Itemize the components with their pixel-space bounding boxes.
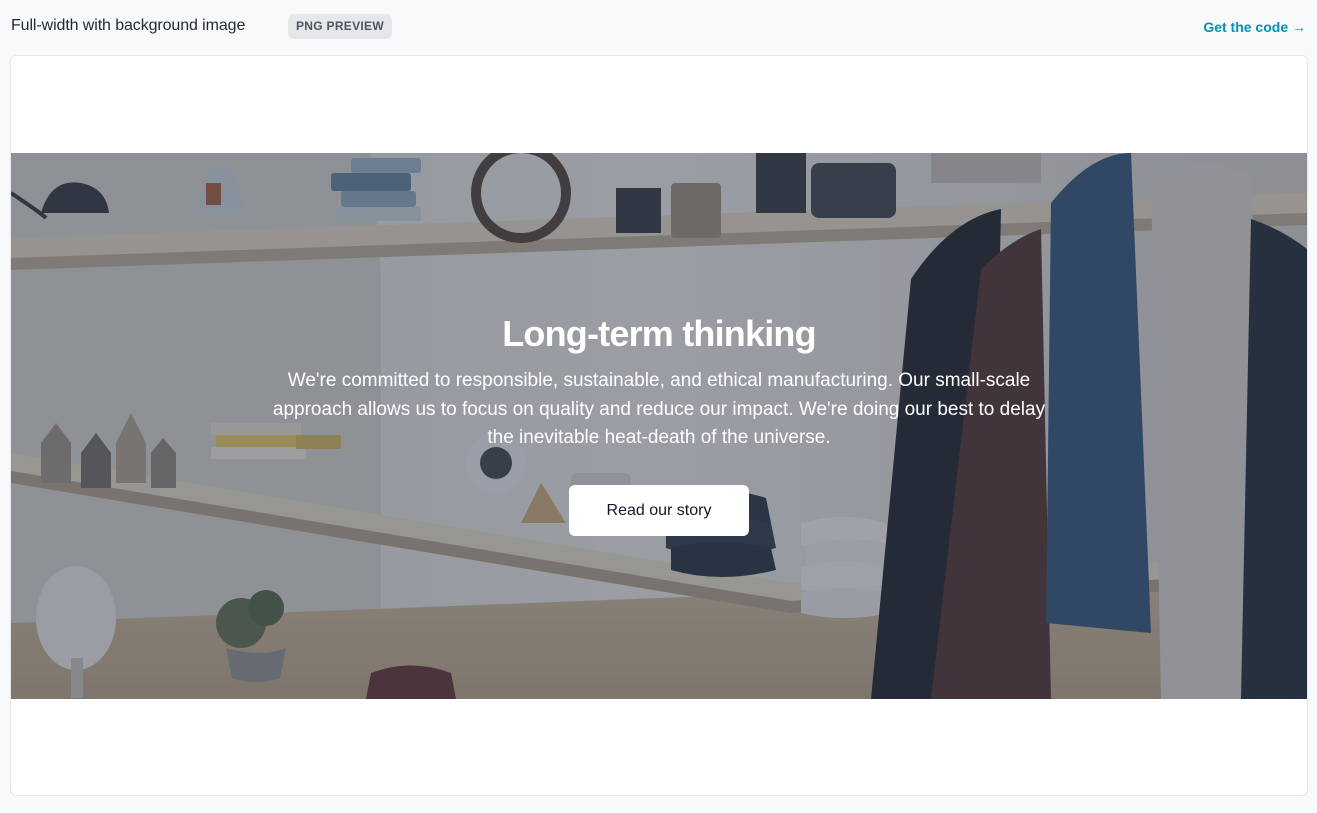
hero-content: Long-term thinking We're committed to re… [11, 153, 1307, 699]
read-our-story-button[interactable]: Read our story [569, 485, 749, 536]
preview-badge: PNG PREVIEW [288, 14, 392, 39]
hero-description: We're committed to responsible, sustaina… [272, 370, 1046, 448]
hero-section: Long-term thinking We're committed to re… [11, 153, 1307, 699]
component-title: Full-width with background image [11, 17, 246, 34]
preview-frame: Long-term thinking We're committed to re… [10, 55, 1308, 796]
get-code-link[interactable]: Get the code → [1203, 19, 1306, 35]
hero-heading: Long-term thinking [502, 313, 816, 354]
preview-header: Full-width with background image PNG PRE… [0, 0, 1317, 52]
